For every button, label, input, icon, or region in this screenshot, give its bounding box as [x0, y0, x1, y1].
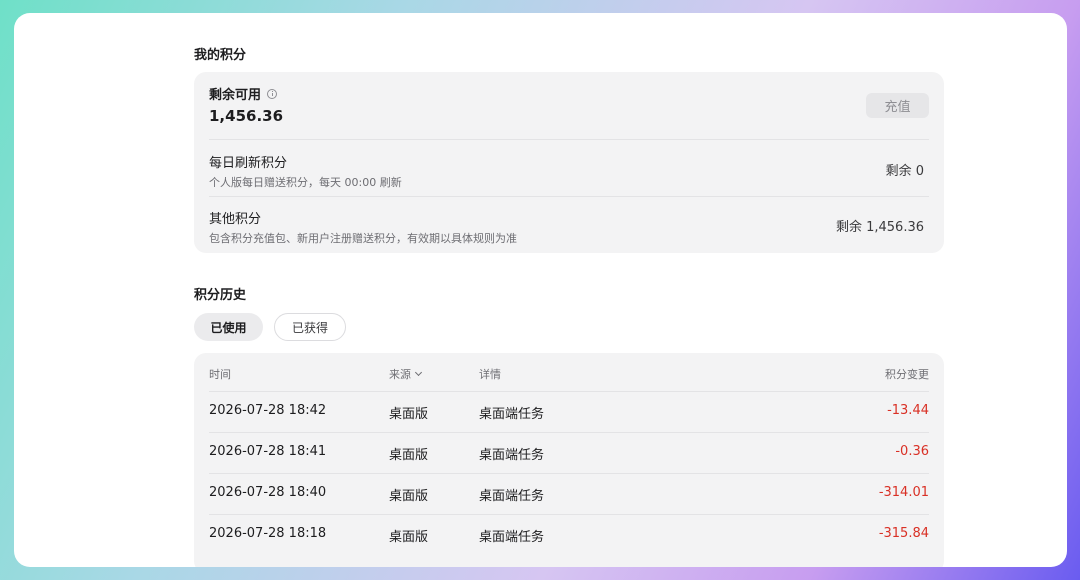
row-divider: [209, 391, 929, 392]
row-detail: 桌面端任务: [479, 530, 545, 545]
column-header-time: 时间: [209, 368, 231, 381]
column-header-source-label: 来源: [389, 368, 411, 381]
available-label: 剩余可用: [209, 88, 262, 103]
row-change: -314.01: [878, 485, 929, 500]
column-header-detail: 详情: [479, 368, 501, 381]
row-divider: [209, 514, 929, 515]
row-divider: [209, 432, 929, 433]
row-source: 桌面版: [389, 407, 429, 422]
table-row: 2026-07-28 18:41 桌面版 桌面端任务 -0.36: [194, 432, 944, 473]
history-table: 时间 来源 详情 积分变更 2026-07-28 18:42 桌面版 桌面端任务…: [194, 353, 944, 567]
daily-points-desc: 个人版每日赠送积分，每天 00:00 刷新: [209, 176, 402, 189]
recharge-button[interactable]: 充值: [866, 93, 929, 118]
info-icon[interactable]: [267, 88, 278, 99]
column-header-source[interactable]: 来源: [389, 366, 423, 382]
row-source: 桌面版: [389, 489, 429, 504]
row-detail: 桌面端任务: [479, 407, 545, 422]
row-detail: 桌面端任务: [479, 489, 545, 504]
app-window: 我的积分 剩余可用 1,456.36 充值 每日刷新积分 个人版每日赠送积分，每…: [14, 13, 1067, 567]
divider: [209, 196, 929, 197]
row-detail: 桌面端任务: [479, 448, 545, 463]
points-summary-card: 剩余可用 1,456.36 充值 每日刷新积分 个人版每日赠送积分，每天 00:…: [194, 72, 944, 253]
daily-points-row: 每日刷新积分 个人版每日赠送积分，每天 00:00 刷新: [209, 152, 929, 190]
chevron-down-icon: [414, 368, 423, 377]
divider: [209, 139, 929, 140]
table-row: 2026-07-28 18:18 桌面版 桌面端任务 -315.84: [194, 514, 944, 555]
row-time: 2026-07-28 18:41: [209, 444, 327, 459]
points-history-title: 积分历史: [194, 288, 247, 303]
row-source: 桌面版: [389, 448, 429, 463]
row-source: 桌面版: [389, 530, 429, 545]
column-header-change: 积分变更: [885, 368, 929, 381]
daily-points-remaining: 剩余 0: [885, 164, 924, 179]
other-points-row: 其他积分 包含积分充值包、新用户注册赠送积分，有效期以具体规则为准: [209, 208, 929, 246]
row-time: 2026-07-28 18:40: [209, 485, 327, 500]
other-points-desc: 包含积分充值包、新用户注册赠送积分，有效期以具体规则为准: [209, 232, 517, 245]
row-change: -13.44: [887, 403, 929, 418]
daily-points-title: 每日刷新积分: [209, 156, 288, 171]
my-points-title: 我的积分: [194, 48, 247, 63]
available-row: 剩余可用 1,456.36: [209, 84, 929, 125]
other-points-title: 其他积分: [209, 212, 262, 227]
tab-earned[interactable]: 已获得: [274, 313, 346, 341]
row-change: -0.36: [895, 444, 929, 459]
row-divider: [209, 473, 929, 474]
row-time: 2026-07-28 18:18: [209, 526, 327, 541]
row-time: 2026-07-28 18:42: [209, 403, 327, 418]
available-value: 1,456.36: [209, 107, 284, 125]
tab-used[interactable]: 已使用: [194, 313, 263, 341]
other-points-remaining: 剩余 1,456.36: [835, 220, 924, 235]
table-row: 2026-07-28 18:40 桌面版 桌面端任务 -314.01: [194, 473, 944, 514]
table-row: 2026-07-28 18:42 桌面版 桌面端任务 -13.44: [194, 391, 944, 432]
row-change: -315.84: [878, 526, 929, 541]
